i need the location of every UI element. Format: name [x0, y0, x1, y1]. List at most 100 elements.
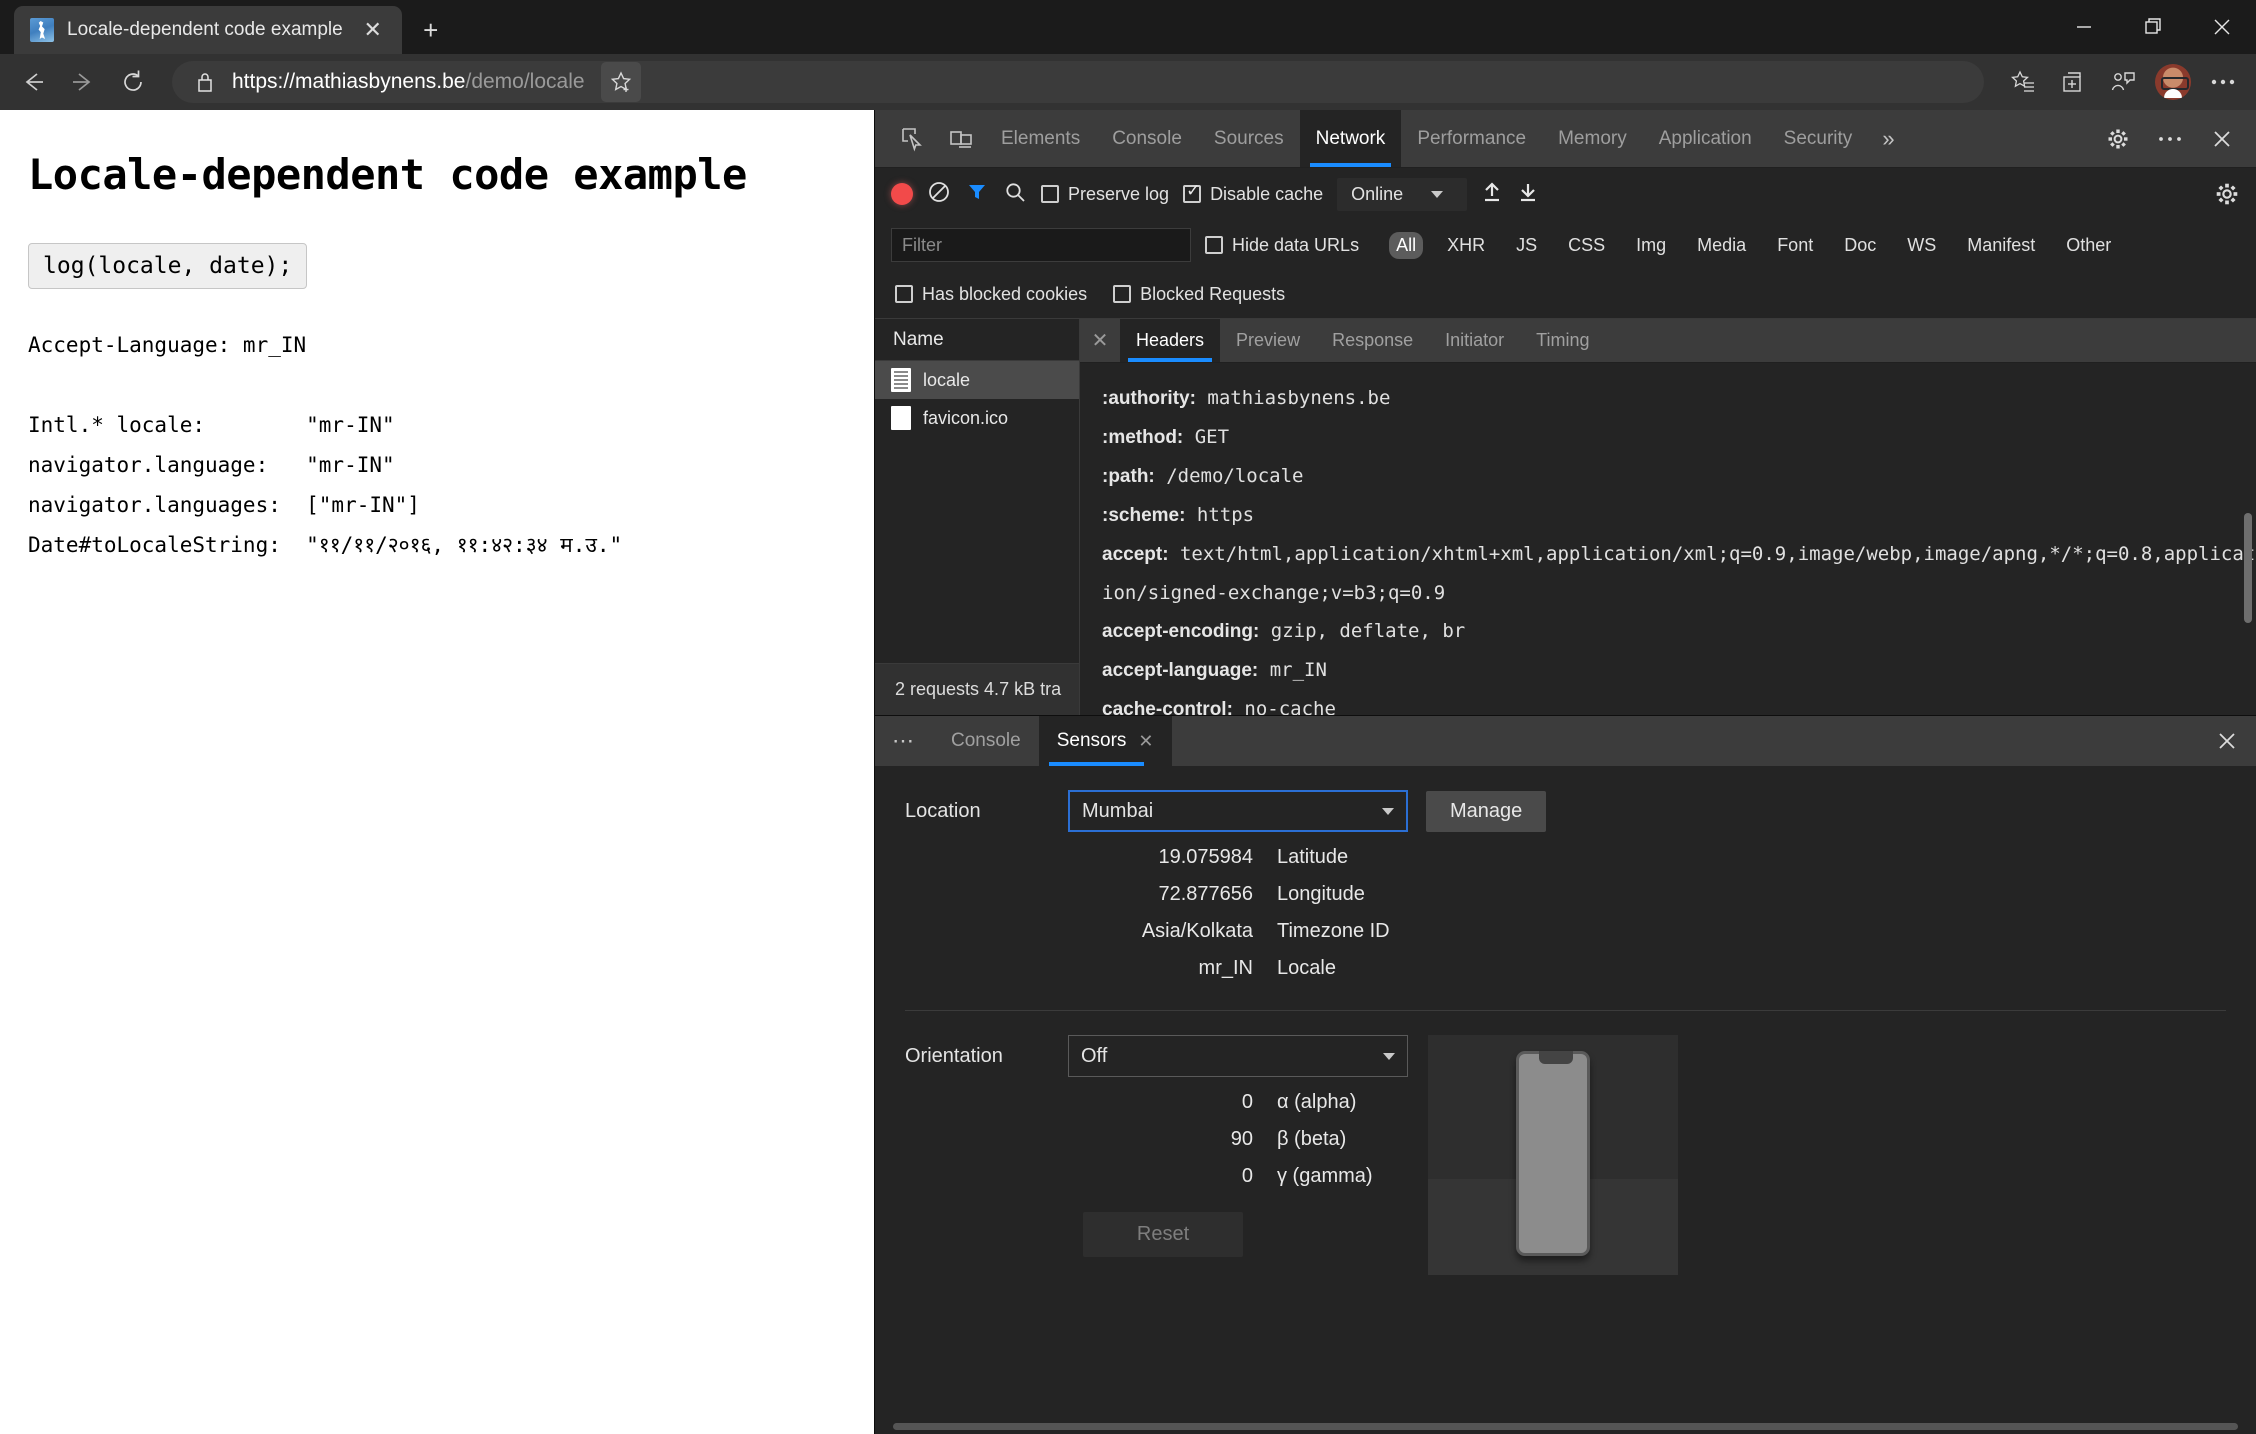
- headers-scrollbar[interactable]: [2244, 513, 2252, 623]
- request-row-favicon[interactable]: favicon.ico: [875, 399, 1079, 437]
- disable-cache-checkbox[interactable]: Disable cache: [1183, 181, 1323, 205]
- share-icon[interactable]: [2100, 59, 2146, 105]
- forward-icon[interactable]: [60, 59, 106, 105]
- search-icon[interactable]: [1003, 180, 1027, 209]
- type-filter-font[interactable]: Font: [1770, 232, 1820, 259]
- favorites-list-icon[interactable]: [2000, 59, 2046, 105]
- close-devtools-icon[interactable]: [2198, 115, 2246, 163]
- record-button[interactable]: [891, 183, 913, 205]
- tab-response[interactable]: Response: [1316, 319, 1429, 362]
- type-filter-xhr[interactable]: XHR: [1440, 232, 1492, 259]
- location-value: Mumbai: [1082, 799, 1154, 822]
- tab-timing[interactable]: Timing: [1520, 319, 1605, 362]
- throttling-select[interactable]: Online: [1337, 177, 1468, 211]
- minimize-icon[interactable]: [2049, 0, 2118, 54]
- location-select[interactable]: Mumbai: [1068, 790, 1408, 832]
- close-icon[interactable]: ✕: [1138, 731, 1153, 752]
- export-har-icon[interactable]: [1517, 180, 1539, 209]
- request-items: locale favicon.ico: [875, 361, 1079, 663]
- tab-memory[interactable]: Memory: [1542, 110, 1643, 167]
- collections-icon[interactable]: [2050, 59, 2096, 105]
- checkbox-box: [1183, 181, 1202, 203]
- type-filter-css[interactable]: CSS: [1561, 232, 1612, 259]
- filter-input[interactable]: Filter: [891, 228, 1191, 262]
- filter-icon[interactable]: [965, 180, 989, 209]
- maximize-icon[interactable]: [2118, 0, 2187, 54]
- settings-gear-icon[interactable]: [2094, 115, 2142, 163]
- device-toolbar-icon[interactable]: [937, 110, 985, 167]
- type-filter-doc[interactable]: Doc: [1837, 232, 1883, 259]
- device-orientation-preview[interactable]: [1428, 1035, 1678, 1275]
- network-settings-gear-icon[interactable]: [2214, 181, 2240, 207]
- header-value: https: [1196, 504, 1255, 526]
- locale-value[interactable]: mr_IN: [905, 957, 1265, 980]
- timezone-value[interactable]: Asia/Kolkata: [905, 920, 1265, 943]
- inspect-element-icon[interactable]: [889, 110, 937, 167]
- orientation-row: Orientation Off: [905, 1035, 1408, 1077]
- has-blocked-cookies-checkbox[interactable]: Has blocked cookies: [895, 284, 1087, 305]
- orientation-select[interactable]: Off: [1068, 1035, 1408, 1077]
- tab-preview[interactable]: Preview: [1220, 319, 1316, 362]
- tab-console[interactable]: Console: [1096, 110, 1198, 167]
- type-filter-media[interactable]: Media: [1690, 232, 1753, 259]
- tab-application[interactable]: Application: [1643, 110, 1768, 167]
- clear-icon[interactable]: [927, 180, 951, 209]
- log-code-button[interactable]: log(locale, date);: [28, 243, 308, 289]
- browser-title-bar: Locale-dependent code example ✕ +: [0, 0, 2256, 54]
- latitude-value[interactable]: 19.075984: [905, 846, 1265, 869]
- blank-file-icon: [891, 406, 911, 430]
- accept-language-line: Accept-Language: mr_IN: [28, 333, 307, 357]
- alpha-label: α (alpha): [1277, 1091, 1357, 1113]
- type-filter-manifest[interactable]: Manifest: [1960, 232, 2042, 259]
- hide-data-urls-checkbox[interactable]: Hide data URLs: [1205, 235, 1359, 256]
- tab-performance[interactable]: Performance: [1401, 110, 1542, 167]
- blocked-requests-checkbox[interactable]: Blocked Requests: [1113, 284, 1285, 305]
- header-row: :authority: mathiasbynens.be: [1102, 379, 2256, 418]
- close-icon[interactable]: [2187, 0, 2256, 54]
- alpha-value[interactable]: 0: [905, 1091, 1265, 1114]
- gamma-value[interactable]: 0: [905, 1165, 1265, 1188]
- drawer-tab-console[interactable]: Console: [933, 716, 1039, 766]
- drawer-tab-sensors[interactable]: Sensors ✕: [1038, 716, 1172, 766]
- browser-tab[interactable]: Locale-dependent code example ✕: [14, 6, 402, 54]
- address-bar[interactable]: https://mathiasbynens.be/demo/locale: [172, 61, 1984, 103]
- tab-elements[interactable]: Elements: [985, 110, 1096, 167]
- more-options-icon[interactable]: [2146, 115, 2194, 163]
- request-row-locale[interactable]: locale: [875, 361, 1079, 399]
- timezone-row: Asia/Kolkata Timezone ID: [905, 920, 2226, 943]
- tab-sources[interactable]: Sources: [1198, 110, 1300, 167]
- type-filter-js[interactable]: JS: [1509, 232, 1544, 259]
- settings-more-icon[interactable]: [2200, 59, 2246, 105]
- tab-headers[interactable]: Headers: [1120, 319, 1221, 362]
- tab-network[interactable]: Network: [1299, 110, 1402, 167]
- drawer-more-icon[interactable]: ⋯: [875, 716, 933, 766]
- request-summary: 2 requests 4.7 kB tra: [875, 663, 1079, 715]
- section-divider: [905, 1010, 2226, 1011]
- type-filter-other[interactable]: Other: [2059, 232, 2118, 259]
- latitude-label: Latitude: [1277, 846, 1349, 868]
- new-tab-button[interactable]: +: [414, 13, 448, 47]
- reload-icon[interactable]: [110, 59, 156, 105]
- back-icon[interactable]: [10, 59, 56, 105]
- close-drawer-icon[interactable]: [2198, 716, 2256, 766]
- type-filter-img[interactable]: Img: [1629, 232, 1673, 259]
- preserve-log-checkbox[interactable]: Preserve log: [1041, 184, 1169, 205]
- sensors-scrollbar[interactable]: [893, 1423, 2238, 1430]
- tab-initiator[interactable]: Initiator: [1429, 319, 1520, 362]
- request-name: favicon.ico: [923, 407, 1009, 428]
- beta-value[interactable]: 90: [905, 1128, 1265, 1151]
- import-har-icon[interactable]: [1481, 180, 1503, 209]
- request-name: locale: [923, 369, 971, 390]
- close-icon[interactable]: ✕: [356, 13, 390, 47]
- manage-button[interactable]: Manage: [1426, 790, 1547, 832]
- url-text: https://mathiasbynens.be/demo/locale: [232, 70, 585, 93]
- type-filter-ws[interactable]: WS: [1900, 232, 1943, 259]
- more-tabs-icon[interactable]: »: [1868, 110, 1908, 167]
- profile-avatar[interactable]: [2150, 59, 2196, 105]
- tab-security[interactable]: Security: [1768, 110, 1869, 167]
- reset-button[interactable]: Reset: [1083, 1212, 1243, 1257]
- close-detail-icon[interactable]: ✕: [1080, 319, 1120, 362]
- type-filter-all[interactable]: All: [1389, 231, 1424, 259]
- longitude-value[interactable]: 72.877656: [905, 883, 1265, 906]
- favorite-star-icon[interactable]: [600, 62, 641, 102]
